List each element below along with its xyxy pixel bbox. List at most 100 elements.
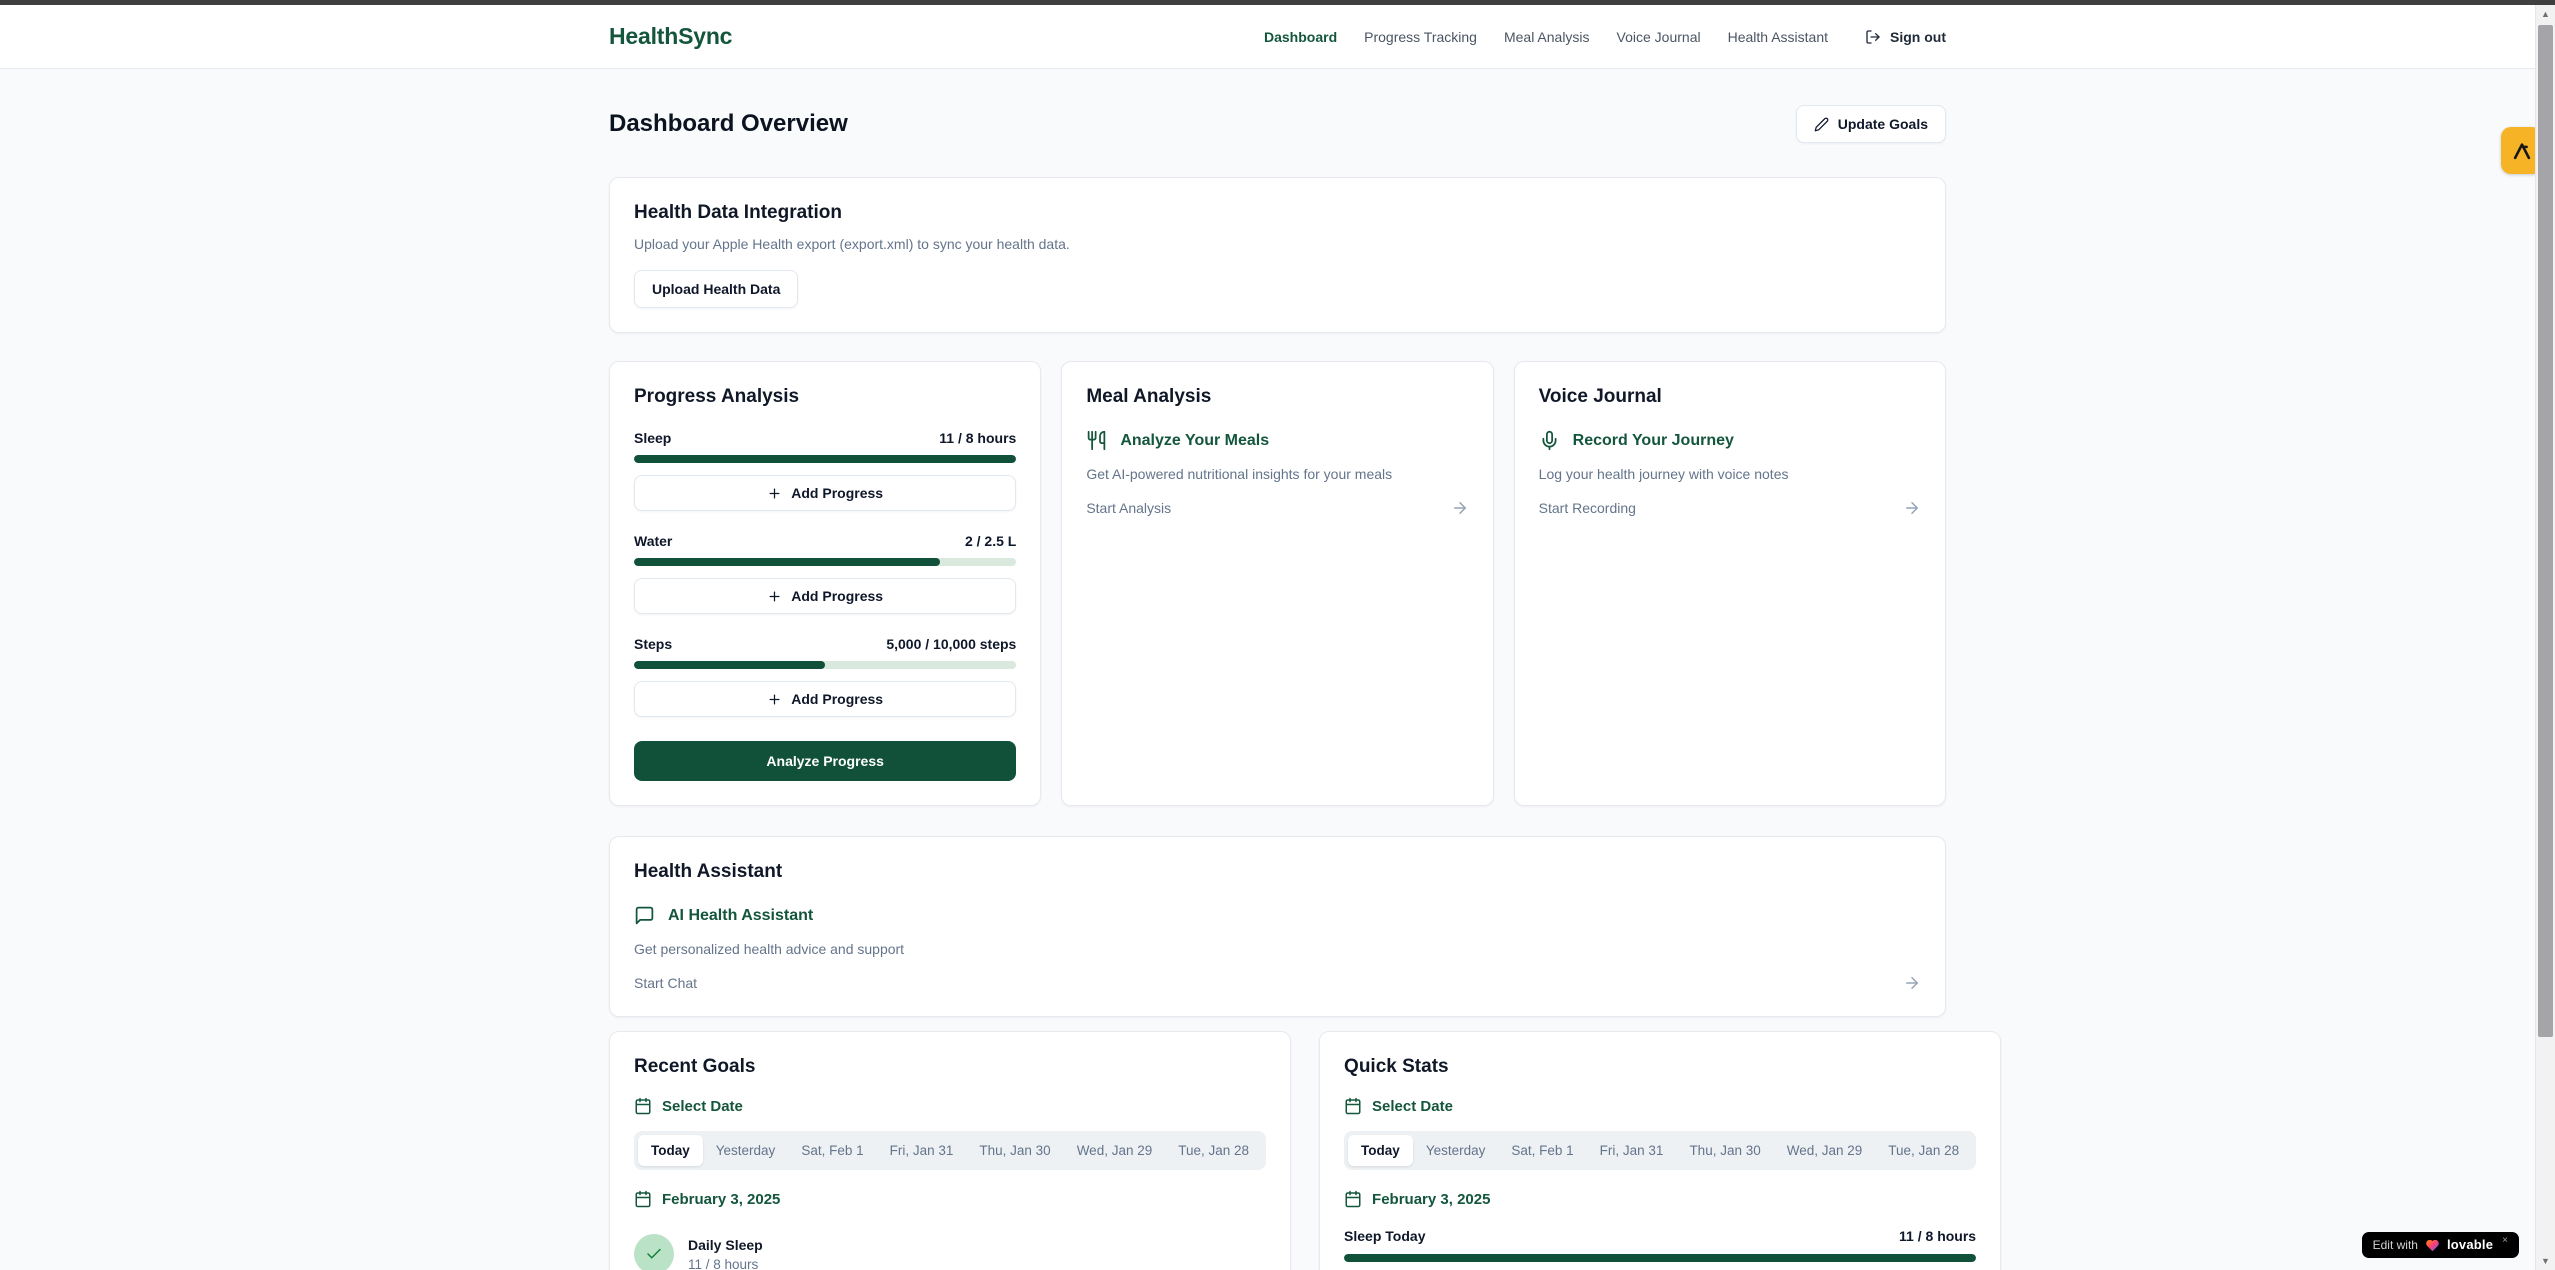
edit-with-lovable-badge[interactable]: Edit with lovable × — [2362, 1232, 2519, 1258]
update-goals-label: Update Goals — [1838, 116, 1928, 132]
assistant-card-description: Get personalized health advice and suppo… — [634, 941, 1921, 957]
scrollbar-thumb[interactable] — [2538, 25, 2553, 1037]
date-tab-today[interactable]: Today — [1348, 1135, 1413, 1166]
select-date-label: Select Date — [1372, 1098, 1453, 1115]
date-tab-yesterday[interactable]: Yesterday — [703, 1135, 789, 1166]
date-tab-wed-jan-29[interactable]: Wed, Jan 29 — [1064, 1135, 1166, 1166]
date-tab-wed-jan-29[interactable]: Wed, Jan 29 — [1774, 1135, 1876, 1166]
integration-card-title: Health Data Integration — [634, 202, 1921, 224]
water-add-progress-button[interactable]: Add Progress — [634, 578, 1016, 614]
start-analysis-action[interactable]: Start Analysis — [1086, 499, 1468, 517]
badge-prefix: Edit with — [2373, 1238, 2418, 1252]
add-progress-label: Add Progress — [791, 485, 883, 501]
nav-item-progress-tracking[interactable]: Progress Tracking — [1364, 29, 1477, 45]
progress-card-title: Progress Analysis — [634, 386, 1016, 408]
sleep-value: 11 / 8 hours — [939, 430, 1016, 446]
sleep-today-value: 11 / 8 hours — [1899, 1228, 1976, 1244]
plus-icon — [767, 589, 782, 604]
sleep-today-progress-bar — [1344, 1254, 1976, 1262]
app-logo[interactable]: HealthSync — [609, 23, 732, 50]
select-date-label: Select Date — [662, 1098, 743, 1115]
voice-card-title: Voice Journal — [1539, 386, 1921, 408]
start-recording-action[interactable]: Start Recording — [1539, 499, 1921, 517]
date-tab-thu-jan-30[interactable]: Thu, Jan 30 — [1676, 1135, 1773, 1166]
nav-item-meal-analysis[interactable]: Meal Analysis — [1504, 29, 1590, 45]
steps-label: Steps — [634, 636, 672, 652]
nav-item-voice-journal[interactable]: Voice Journal — [1617, 29, 1701, 45]
date-tab-fri-jan-31[interactable]: Fri, Jan 31 — [877, 1135, 967, 1166]
vertical-scrollbar[interactable]: ▲ ▼ — [2535, 5, 2555, 1270]
date-tab-tue-jan-28[interactable]: Tue, Jan 28 — [1875, 1135, 1972, 1166]
water-progress-bar — [634, 558, 1016, 566]
water-label: Water — [634, 533, 672, 549]
quick-stats-card: Quick Stats Select Date Today Yesterday … — [1319, 1031, 2001, 1270]
scrollbar-down-arrow[interactable]: ▼ — [2536, 1252, 2555, 1270]
start-chat-label: Start Chat — [634, 975, 697, 991]
voice-card-description: Log your health journey with voice notes — [1539, 466, 1921, 482]
goal-item-daily-sleep: Daily Sleep 11 / 8 hours — [634, 1234, 1266, 1270]
arrow-right-icon — [1903, 499, 1921, 517]
update-goals-button[interactable]: Update Goals — [1796, 105, 1946, 143]
quick-stats-title: Quick Stats — [1344, 1056, 1976, 1078]
microphone-icon — [1539, 430, 1560, 451]
meal-analysis-card: Meal Analysis Analyze Your Meals Get AI-… — [1061, 361, 1493, 806]
calendar-icon — [1344, 1190, 1362, 1208]
badge-brand: lovable — [2447, 1237, 2493, 1252]
start-analysis-label: Start Analysis — [1086, 500, 1171, 516]
record-your-journey-link[interactable]: Record Your Journey — [1539, 430, 1921, 451]
selected-date-label: February 3, 2025 — [1372, 1191, 1490, 1208]
recent-goals-select-date[interactable]: Select Date — [634, 1097, 1266, 1115]
sleep-today-label: Sleep Today — [1344, 1228, 1425, 1244]
goal-complete-check-icon — [634, 1234, 674, 1270]
plus-icon — [767, 692, 782, 707]
meal-card-title: Meal Analysis — [1086, 386, 1468, 408]
steps-add-progress-button[interactable]: Add Progress — [634, 681, 1016, 717]
steps-value: 5,000 / 10,000 steps — [886, 636, 1016, 652]
start-chat-action[interactable]: Start Chat — [634, 974, 1921, 992]
analyze-progress-button[interactable]: Analyze Progress — [634, 741, 1016, 781]
health-assistant-card: Health Assistant AI Health Assistant Get… — [609, 836, 1946, 1017]
recent-goals-selected-date: February 3, 2025 — [634, 1190, 1266, 1208]
top-navigation-bar: HealthSync Dashboard Progress Tracking M… — [0, 5, 2555, 69]
badge-close-icon[interactable]: × — [2502, 1235, 2508, 1246]
sleep-progress-bar — [634, 455, 1016, 463]
arrow-right-icon — [1451, 499, 1469, 517]
upload-health-data-button[interactable]: Upload Health Data — [634, 270, 798, 308]
steps-progress-bar — [634, 661, 1016, 669]
nav-item-health-assistant[interactable]: Health Assistant — [1728, 29, 1828, 45]
date-tab-tue-jan-28[interactable]: Tue, Jan 28 — [1165, 1135, 1262, 1166]
nav-item-dashboard[interactable]: Dashboard — [1264, 29, 1337, 45]
date-tab-yesterday[interactable]: Yesterday — [1413, 1135, 1499, 1166]
assistant-link-label: AI Health Assistant — [668, 907, 813, 925]
health-data-integration-card: Health Data Integration Upload your Appl… — [609, 177, 1946, 333]
analyze-your-meals-link[interactable]: Analyze Your Meals — [1086, 430, 1468, 451]
progress-analysis-card: Progress Analysis Sleep 11 / 8 hours Add… — [609, 361, 1041, 806]
plus-icon — [767, 486, 782, 501]
quick-stats-select-date[interactable]: Select Date — [1344, 1097, 1976, 1115]
sign-out-button[interactable]: Sign out — [1865, 29, 1946, 45]
date-tab-sat-feb-1[interactable]: Sat, Feb 1 — [788, 1135, 876, 1166]
logout-icon — [1865, 29, 1881, 45]
date-tab-fri-jan-31[interactable]: Fri, Jan 31 — [1587, 1135, 1677, 1166]
date-tab-sat-feb-1[interactable]: Sat, Feb 1 — [1498, 1135, 1586, 1166]
scrollbar-up-arrow[interactable]: ▲ — [2536, 5, 2555, 23]
arrow-right-icon — [1903, 974, 1921, 992]
date-tab-today[interactable]: Today — [638, 1135, 703, 1166]
date-tab-thu-jan-30[interactable]: Thu, Jan 30 — [966, 1135, 1063, 1166]
quick-stats-date-tabs: Today Yesterday Sat, Feb 1 Fri, Jan 31 T… — [1344, 1131, 1976, 1170]
recent-goals-card: Recent Goals Select Date Today Yesterday… — [609, 1031, 1291, 1270]
water-tracker: Water 2 / 2.5 L Add Progress — [634, 533, 1016, 614]
recent-goals-date-tabs: Today Yesterday Sat, Feb 1 Fri, Jan 31 T… — [634, 1131, 1266, 1170]
utensils-icon — [1086, 430, 1107, 451]
calendar-icon — [634, 1097, 652, 1115]
assistant-card-title: Health Assistant — [634, 861, 1921, 883]
main-nav: Dashboard Progress Tracking Meal Analysi… — [1264, 29, 1946, 45]
quick-stats-selected-date: February 3, 2025 — [1344, 1190, 1976, 1208]
calendar-icon — [1344, 1097, 1362, 1115]
ai-health-assistant-link[interactable]: AI Health Assistant — [634, 905, 1921, 926]
voice-journal-card: Voice Journal Record Your Journey Log yo… — [1514, 361, 1946, 806]
sleep-add-progress-button[interactable]: Add Progress — [634, 475, 1016, 511]
recent-goals-title: Recent Goals — [634, 1056, 1266, 1078]
steps-tracker: Steps 5,000 / 10,000 steps Add Progress — [634, 636, 1016, 717]
voice-link-label: Record Your Journey — [1573, 432, 1734, 450]
